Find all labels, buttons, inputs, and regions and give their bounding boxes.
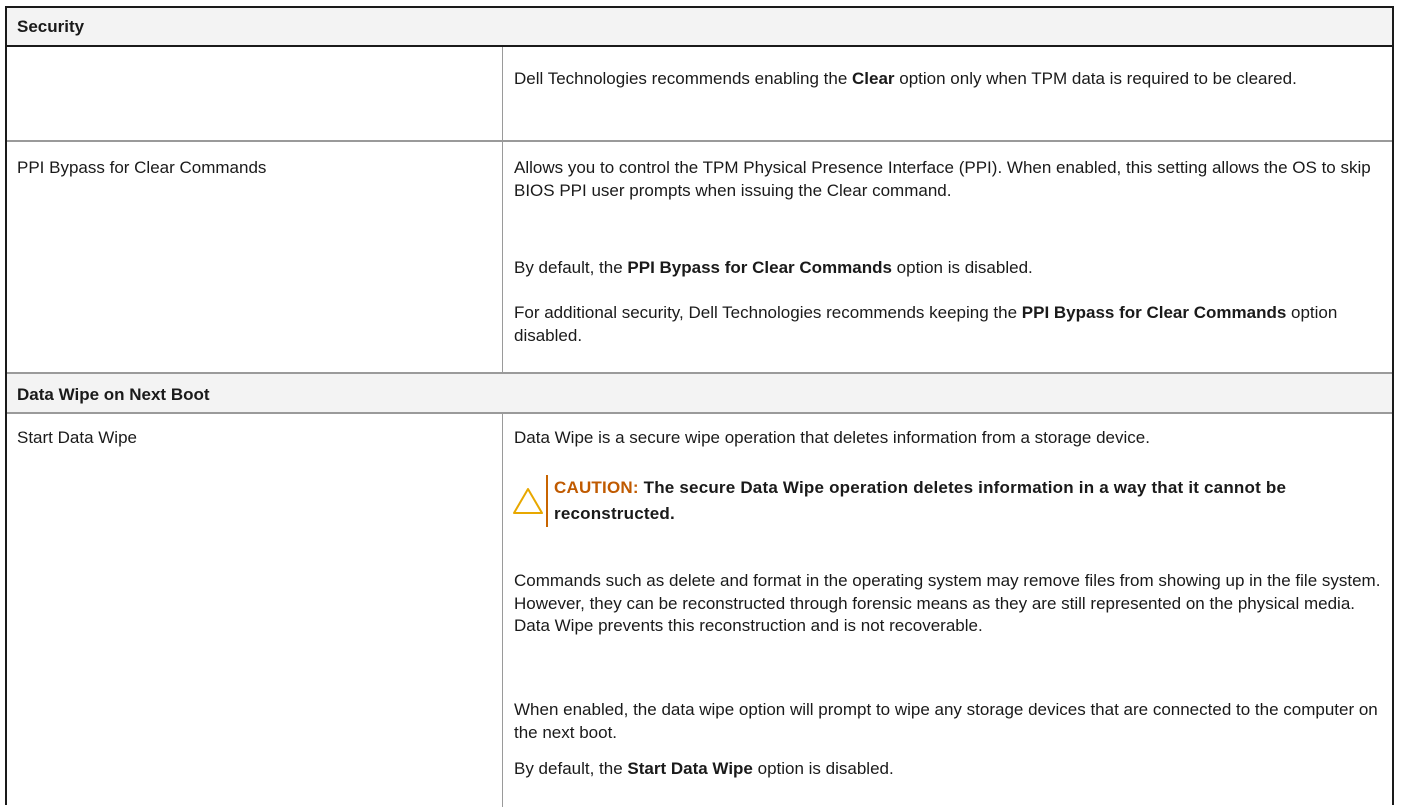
setting-description: For additional security, Dell Technologi… xyxy=(514,302,1384,347)
text-run: option is disabled. xyxy=(891,258,1033,277)
setting-description: Data Wipe is a secure wipe operation tha… xyxy=(514,428,1150,447)
setting-description: By default, the PPI Bypass for Clear Com… xyxy=(514,257,1384,280)
text-run: Dell Technologies recommends enabling th… xyxy=(514,69,852,88)
caution-text: CAUTION: The secure Data Wipe operation … xyxy=(554,475,1382,527)
text-run: Commands such as delete and format in th… xyxy=(514,571,1381,635)
section-title: Data Wipe on Next Boot xyxy=(17,385,210,404)
caution-label: CAUTION: xyxy=(554,478,639,497)
caution-note: CAUTION: The secure Data Wipe operation … xyxy=(512,475,1382,527)
setting-description: Commands such as delete and format in th… xyxy=(514,570,1384,638)
setting-name-start-data-wipe: Start Data Wipe xyxy=(17,428,137,447)
text-run: When enabled, the data wipe option will … xyxy=(514,700,1378,742)
section-header-security: Security xyxy=(7,8,1392,45)
column-divider xyxy=(502,142,503,372)
setting-name-ppi-bypass: PPI Bypass for Clear Commands xyxy=(17,158,267,177)
section-header-data-wipe: Data Wipe on Next Boot xyxy=(7,374,1392,412)
text-run: For additional security, Dell Technologi… xyxy=(514,303,1022,322)
text-run: option is disabled. xyxy=(752,759,894,778)
column-divider xyxy=(502,47,503,146)
text-run: Allows you to control the TPM Physical P… xyxy=(514,158,1371,200)
row-divider xyxy=(7,412,1392,414)
bold-term: PPI Bypass for Clear Commands xyxy=(627,258,892,277)
text-run: By default, the xyxy=(514,258,628,277)
setting-description: Allows you to control the TPM Physical P… xyxy=(514,157,1384,202)
settings-table: Security Dell Technologies recommends en… xyxy=(5,6,1394,807)
bold-term: PPI Bypass for Clear Commands xyxy=(1021,303,1287,322)
text-run: By default, the xyxy=(514,759,628,778)
divider xyxy=(7,45,1392,47)
caution-message: The secure Data Wipe operation deletes i… xyxy=(554,478,1287,523)
bold-term: Clear xyxy=(852,69,895,88)
row-divider xyxy=(7,140,1392,142)
bold-term: Start Data Wipe xyxy=(627,759,753,778)
setting-description: When enabled, the data wipe option will … xyxy=(514,699,1384,744)
column-divider xyxy=(502,414,503,807)
warning-triangle-icon xyxy=(512,475,546,527)
caution-bar xyxy=(546,475,548,527)
setting-description: By default, the Start Data Wipe option i… xyxy=(514,758,1384,781)
section-title: Security xyxy=(17,17,85,36)
setting-description: Dell Technologies recommends enabling th… xyxy=(514,68,1384,91)
text-run: option only when TPM data is required to… xyxy=(894,69,1297,88)
